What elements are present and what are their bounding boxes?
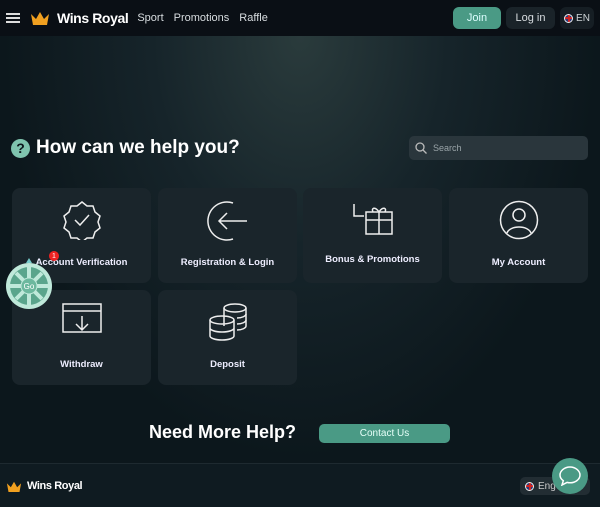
chat-bubble-icon — [559, 466, 581, 486]
card-label: Bonus & Promotions — [325, 254, 420, 265]
logo[interactable]: Wins Royal — [30, 10, 129, 26]
crown-icon — [6, 481, 22, 492]
join-button[interactable]: Join — [453, 7, 501, 29]
footer-logo[interactable]: Wins Royal — [6, 480, 83, 492]
card-my-account[interactable]: My Account — [449, 188, 588, 283]
search-box[interactable] — [409, 136, 588, 160]
nav-promotions[interactable]: Promotions — [174, 12, 230, 24]
page-title: ? How can we help you? — [11, 137, 240, 159]
contact-us-button[interactable]: Contact Us — [319, 424, 450, 443]
coins-stack-icon — [208, 303, 247, 341]
need-help-heading: Need More Help? — [149, 422, 297, 442]
brand-name: Wins Royal — [27, 480, 83, 492]
card-label: My Account — [491, 257, 546, 268]
title-text: How can we help you? — [36, 137, 240, 158]
crown-icon — [31, 12, 49, 25]
card-label: Withdraw — [60, 359, 103, 370]
question-icon: ? — [11, 138, 30, 158]
card-bonus-promotions[interactable]: Bonus & Promotions — [303, 188, 442, 283]
language-selector[interactable]: EN — [560, 7, 594, 29]
wheel-go-label: Go — [24, 282, 35, 291]
language-label: EN — [576, 12, 590, 24]
card-deposit[interactable]: Deposit — [158, 290, 297, 385]
card-label: Deposit — [210, 359, 245, 370]
search-input[interactable] — [433, 143, 573, 153]
header: Wins Royal Sport Promotions Raffle Join … — [0, 0, 600, 36]
footer: Wins Royal Eng — [0, 463, 600, 507]
card-label: Registration & Login — [180, 257, 275, 268]
withdraw-icon — [61, 303, 102, 333]
nav-sport[interactable]: Sport — [137, 12, 163, 24]
prize-wheel-widget[interactable]: Go — [5, 258, 53, 310]
search-icon — [415, 142, 427, 154]
gift-icon — [352, 204, 393, 235]
notification-badge: 1 — [49, 251, 59, 261]
uk-flag-icon — [564, 13, 574, 23]
card-registration-login[interactable]: Registration & Login — [158, 188, 297, 283]
uk-flag-icon — [525, 481, 534, 491]
nav-raffle[interactable]: Raffle — [239, 12, 268, 24]
chat-button[interactable] — [552, 458, 588, 494]
brand-name: Wins Royal — [57, 10, 129, 26]
user-icon — [499, 200, 538, 240]
menu-icon[interactable] — [6, 13, 20, 23]
login-arrow-icon — [206, 201, 247, 241]
verified-badge-icon — [62, 201, 101, 240]
login-button[interactable]: Log in — [506, 7, 555, 29]
